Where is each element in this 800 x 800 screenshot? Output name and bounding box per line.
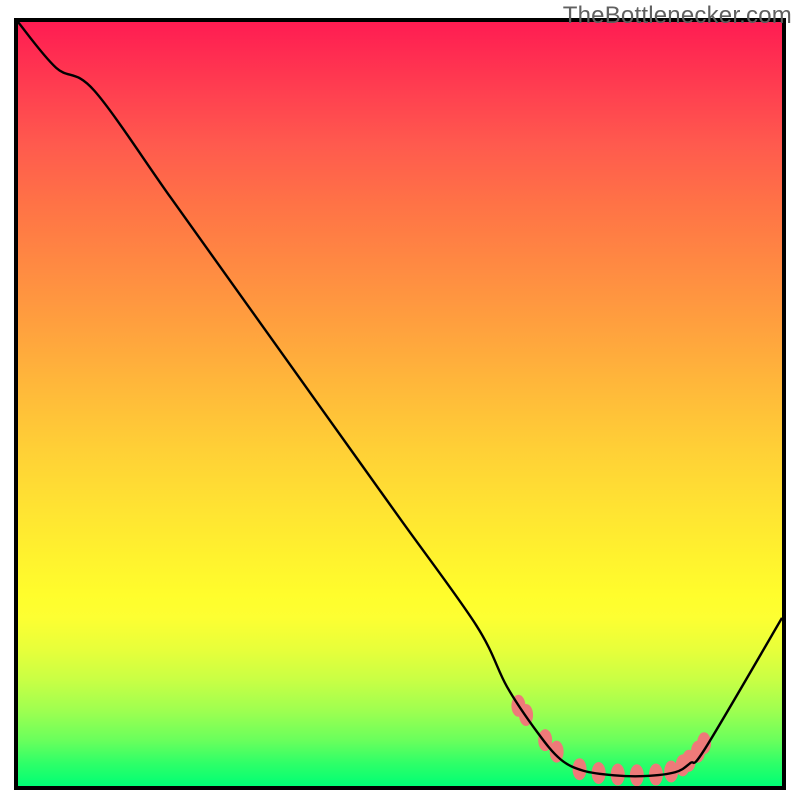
bottleneck-curve <box>18 22 782 776</box>
marker-group <box>511 695 711 786</box>
plot-area <box>18 22 782 786</box>
watermark-text: TheBottlenecker.com <box>563 2 792 30</box>
bottleneck-chart: TheBottlenecker.com <box>0 0 800 800</box>
curve-layer <box>18 22 782 786</box>
